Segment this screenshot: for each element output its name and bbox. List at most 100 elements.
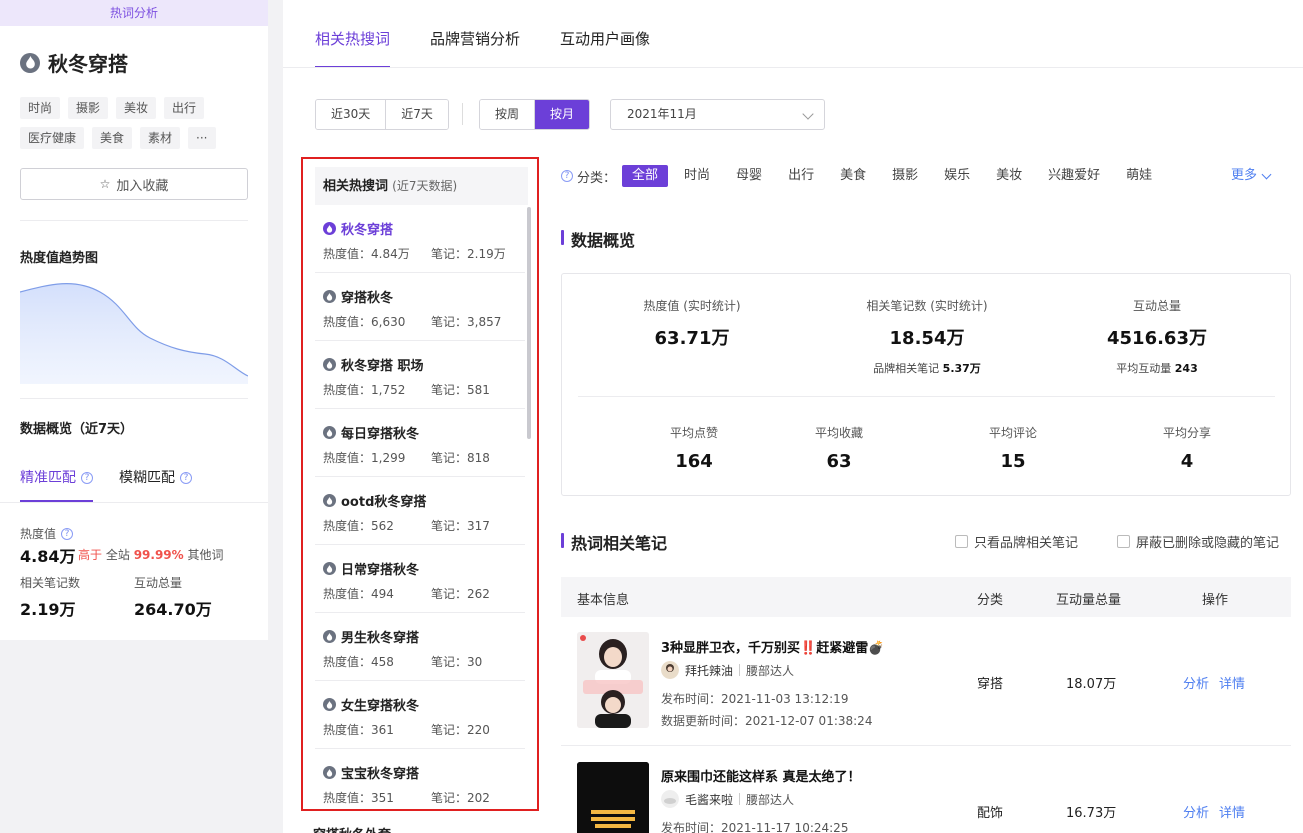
list-item[interactable]: 女生穿搭秋冬 热度值：361 笔记：220 [315,681,525,749]
by-month-button[interactable]: 按月 [535,100,590,129]
tag[interactable]: 美食 [92,127,133,149]
list-item[interactable]: 每日穿搭秋冬 热度值：1,299 笔记：818 [315,409,525,477]
divider [739,664,741,676]
note-interaction: 16.73万 [1066,806,1117,821]
stat-value: 15 [1000,451,1026,472]
divider [20,398,248,399]
tab-exact-match[interactable]: 精准匹配 ? [20,460,93,502]
keyword-heat: 热度值：494 [323,587,394,601]
list-item[interactable]: 秋冬穿搭 热度值：4.84万 笔记：2.19万 [315,205,525,273]
scrollbar[interactable] [527,207,531,439]
help-icon[interactable]: ? [81,472,93,484]
category-item[interactable]: 萌娃 [1116,165,1162,187]
heat-compare: 高于 全站 99.99% 其他词 [78,546,224,563]
tab-user-profile[interactable]: 互动用户画像 [560,0,650,68]
tag[interactable]: 出行 [164,97,205,119]
category-filter: ? 分类： 全部 时尚 母婴 出行 美食 摄影 娱乐 美妆 兴趣爱好 萌娃 [561,164,1168,188]
note-thumbnail[interactable] [577,632,649,728]
category-item[interactable]: 出行 [778,165,824,187]
analyze-link[interactable]: 分析 [1183,673,1209,692]
list-item[interactable]: 宝宝秋冬穿搭 热度值：351 笔记：202 [315,749,525,809]
tab-fuzzy-match[interactable]: 模糊匹配 ? [119,460,192,502]
publish-time: 发布时间：2021-11-17 10:24:25 [661,821,849,833]
add-favorite-button[interactable]: ☆ 加入收藏 [20,168,248,200]
tag[interactable]: 美妆 [116,97,157,119]
overview-interaction: 互动总量 4516.63万 平均互动量 243 [1067,297,1247,376]
tab-underline [283,67,1303,68]
tag[interactable]: 素材 [140,127,181,149]
flame-icon [323,222,336,235]
author-name[interactable]: 拜托辣油 [685,662,733,679]
checkbox[interactable] [955,535,968,548]
category-all[interactable]: 全部 [622,165,669,187]
tag[interactable]: 时尚 [20,97,61,119]
category-item[interactable]: 娱乐 [934,165,980,187]
category-label-text: 分类： [577,170,617,186]
range-toggle: 近30天 近7天 [315,99,449,130]
keyword-notes: 笔记：818 [431,451,490,465]
analyze-link[interactable]: 分析 [1183,802,1209,821]
category-item[interactable]: 时尚 [674,165,720,187]
category-item[interactable]: 摄影 [882,165,928,187]
note-title[interactable]: 原来围巾还能这样系 真是太绝了！ [661,766,861,785]
tab-related-keywords[interactable]: 相关热搜词 [315,0,391,68]
help-icon[interactable]: ? [180,472,192,484]
more-tags-button[interactable]: ··· [188,127,216,149]
list-item[interactable]: 男生秋冬穿搭 热度值：458 笔记：30 [315,613,525,681]
more-categories-button[interactable]: 更多 [1231,164,1272,188]
help-icon[interactable]: ? [61,527,74,540]
avatar[interactable] [661,661,679,679]
keyword-heat: 热度值：361 [323,723,394,737]
note-title[interactable]: 3种显胖卫衣，千万别买‼️赶紧避雷💣 [661,637,884,656]
keyword-heat: 热度值：4.84万 [323,247,410,261]
overview-notes: 相关笔记数 (实时统计) 18.54万 品牌相关笔记 5.37万 [837,297,1017,376]
note-thumbnail[interactable] [577,762,649,833]
checkbox-label: 只看品牌相关笔记 [974,536,1079,551]
more-label: 更多 [1231,168,1258,183]
list-item[interactable]: ootd秋冬穿搭 热度值：562 笔记：317 [315,477,525,545]
detail-link[interactable]: 详情 [1219,673,1245,692]
main-panel: 相关热搜词 品牌营销分析 互动用户画像 近30天 近7天 按周 按月 2021年… [283,0,1303,833]
by-week-button[interactable]: 按周 [480,100,536,129]
sub-value: 243 [1174,362,1198,375]
hide-deleted-checkbox[interactable]: 屏蔽已删除或隐藏的笔记 [1117,532,1279,551]
keyword-notes: 笔记：30 [431,655,483,669]
avg-interaction: 平均互动量 243 [1067,360,1247,376]
stat-label: 平均评论 [988,426,1037,440]
tag[interactable]: 摄影 [68,97,109,119]
checkbox[interactable] [1117,535,1130,548]
tab-brand-marketing[interactable]: 品牌营销分析 [430,0,520,68]
range-7d-button[interactable]: 近7天 [386,100,448,129]
list-item[interactable]: 秋冬穿搭 职场 热度值：1,752 笔记：581 [315,341,525,409]
author-name[interactable]: 毛酱来啦 [685,791,733,808]
category-item[interactable]: 兴趣爱好 [1038,165,1110,187]
help-icon[interactable]: ? [561,170,573,182]
flame-icon [20,52,40,73]
sub-label: 平均互动量 [1116,362,1172,375]
detail-link[interactable]: 详情 [1219,802,1245,821]
list-item-partial[interactable]: 穿搭秋冬外套 [313,824,391,833]
list-header: 相关热搜词 (近7天数据) [315,167,528,205]
keyword-notes: 笔记：3,857 [431,315,502,329]
keyword-text: ootd秋冬穿搭 [341,495,427,510]
category-item[interactable]: 美妆 [986,165,1032,187]
heat-label-text: 热度值 [20,527,57,541]
table-header: 基本信息 分类 互动量总量 操作 [561,577,1291,617]
list-item[interactable]: 穿搭秋冬 热度值：6,630 笔记：3,857 [315,273,525,341]
brand-only-checkbox[interactable]: 只看品牌相关笔记 [955,532,1078,551]
keyword-heat: 热度值：1,752 [323,383,406,397]
compare-prefix: 高于 [78,548,103,562]
range-30d-button[interactable]: 近30天 [316,100,387,129]
publish-time: 发布时间：2021-11-03 13:12:19 [661,692,849,706]
tag[interactable]: 医疗健康 [20,127,85,149]
month-select[interactable]: 2021年11月 [610,99,825,130]
category-item[interactable]: 美食 [830,165,876,187]
keyword-item-name: 秋冬穿搭 职场 [323,355,424,374]
keyword-text: 穿搭秋冬 [341,291,394,306]
keyword-item-name: ootd秋冬穿搭 [323,491,426,510]
list-item[interactable]: 日常穿搭秋冬 热度值：494 笔记：262 [315,545,525,613]
category-item[interactable]: 母婴 [726,165,772,187]
keyword-item-name: 日常穿搭秋冬 [323,559,419,578]
avatar[interactable] [661,790,679,808]
keyword-item-name: 秋冬穿搭 [323,219,393,238]
